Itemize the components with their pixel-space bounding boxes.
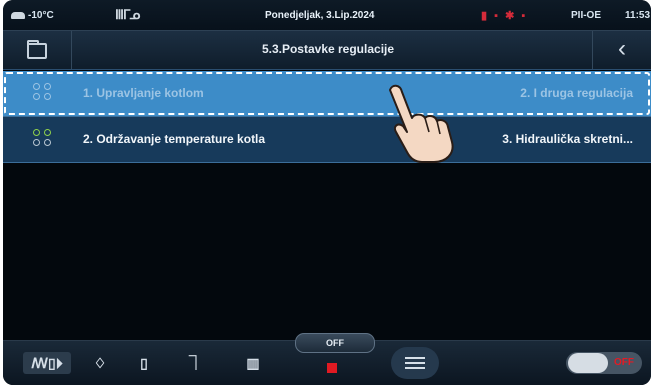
- item-dots-icon: [33, 83, 53, 103]
- radiator-icon[interactable]: ▥: [241, 352, 265, 374]
- cloud-icon: [11, 11, 25, 19]
- tank-icon[interactable]: ▯: [133, 352, 155, 374]
- title-bar: 5.3.Postavke regulacije ‹: [3, 30, 651, 70]
- item-dots-icon: [33, 129, 53, 149]
- heating-status-icon: Ⅲᒥᓄ: [115, 7, 140, 22]
- tap-icon[interactable]: ⏋: [185, 352, 207, 374]
- outdoor-temperature: -10°C: [11, 10, 54, 21]
- status-bar: -10°C Ⅲᒥᓄ Ponedjeljak, 3.Lip.2024 ▮ ▪ ✱ …: [3, 0, 651, 30]
- list-item-label: 1. Upravljanje kotlom: [83, 86, 204, 100]
- folder-button[interactable]: [3, 31, 72, 69]
- settings-list: 1. Upravljanje kotlom 2. I druga regulac…: [3, 71, 651, 163]
- menu-button[interactable]: [391, 347, 439, 379]
- off-indicator: OFF: [295, 333, 375, 353]
- outdoor-temp-value: -10°C: [28, 10, 54, 21]
- folder-icon: [27, 40, 47, 59]
- touch-hand-icon: [389, 84, 454, 163]
- clock: 11:53: [625, 10, 651, 21]
- back-button[interactable]: ‹: [592, 31, 651, 69]
- list-item-boiler-control[interactable]: 1. Upravljanje kotlom 2. I druga regulac…: [3, 71, 651, 117]
- heating-mode-icon[interactable]: ꟿ▯⏵: [23, 352, 71, 374]
- bottom-bar: ꟿ▯⏵ ♢ ▯ ⏋ ▥ OFF OFF: [3, 333, 651, 385]
- stop-button[interactable]: [327, 363, 337, 373]
- toggle-label: OFF: [614, 357, 634, 368]
- list-item-value: 3. Hidraulička skretni...: [502, 132, 633, 146]
- list-item-label: 2. Održavanje temperature kotla: [83, 132, 266, 146]
- alarm-icons: ▮ ▪ ✱ ▪: [481, 10, 528, 22]
- mode-indicator: PII-OE: [571, 10, 602, 21]
- chevron-left-icon: ‹: [618, 35, 626, 62]
- power-toggle[interactable]: OFF: [566, 352, 642, 374]
- toggle-knob: [568, 353, 608, 373]
- flame-icon[interactable]: ♢: [89, 352, 111, 374]
- page-title: 5.3.Postavke regulacije: [261, 42, 395, 56]
- device-screen: -10°C Ⅲᒥᓄ Ponedjeljak, 3.Lip.2024 ▮ ▪ ✱ …: [3, 0, 651, 385]
- date-display: Ponedjeljak, 3.Lip.2024: [265, 10, 375, 21]
- list-item-value: 2. I druga regulacija: [520, 86, 633, 100]
- menu-icon: [405, 357, 425, 359]
- list-item-boiler-temperature[interactable]: 2. Održavanje temperature kotla 3. Hidra…: [3, 117, 651, 163]
